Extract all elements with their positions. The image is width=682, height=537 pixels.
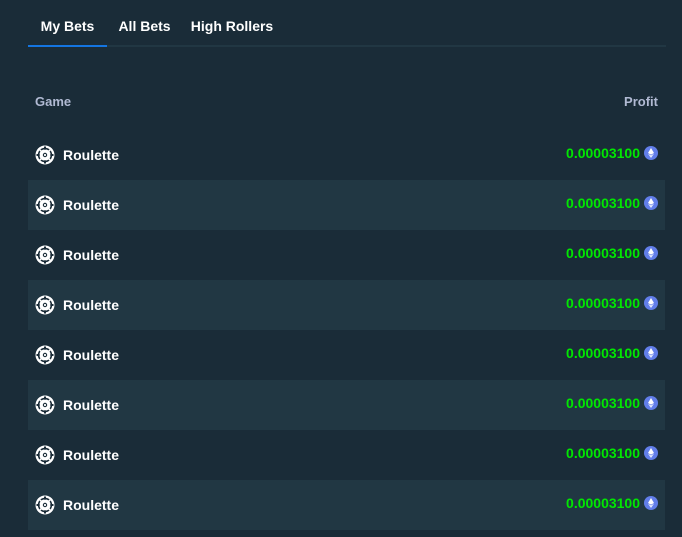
game-cell[interactable]: Roulette [35, 444, 119, 466]
column-header-profit: Profit [624, 94, 658, 109]
roulette-icon [35, 445, 55, 465]
ethereum-icon [644, 146, 658, 160]
game-name: Roulette [63, 297, 119, 313]
game-name: Roulette [63, 497, 119, 513]
game-cell[interactable]: Roulette [35, 144, 119, 166]
game-cell[interactable]: Roulette [35, 244, 119, 266]
bets-table-header: Game Profit [28, 80, 665, 124]
ethereum-icon [644, 396, 658, 410]
profit-value: 0.00003100 [566, 395, 640, 411]
profit-value: 0.00003100 [566, 145, 640, 161]
profit-value: 0.00003100 [566, 445, 640, 461]
bets-tabs: My Bets All Bets High Rollers [28, 0, 666, 47]
column-header-game: Game [35, 94, 72, 109]
roulette-icon [35, 245, 55, 265]
profit-cell: 0.00003100 [566, 294, 658, 312]
roulette-icon [35, 195, 55, 215]
table-row[interactable]: Roulette 0.00003100 [28, 330, 665, 380]
game-name: Roulette [63, 147, 119, 163]
roulette-icon [35, 295, 55, 315]
profit-cell: 0.00003100 [566, 444, 658, 462]
tab-all-bets[interactable]: All Bets [107, 0, 182, 47]
profit-value: 0.00003100 [566, 495, 640, 511]
ethereum-icon [644, 496, 658, 510]
bets-table-body: Roulette 0.00003100 Roulette 0.00003100 Roul… [28, 130, 665, 530]
profit-value: 0.00003100 [566, 345, 640, 361]
ethereum-icon [644, 196, 658, 210]
profit-value: 0.00003100 [566, 295, 640, 311]
roulette-icon [35, 345, 55, 365]
roulette-icon [35, 145, 55, 165]
table-row[interactable]: Roulette 0.00003100 [28, 130, 665, 180]
profit-cell: 0.00003100 [566, 494, 658, 512]
profit-cell: 0.00003100 [566, 344, 658, 362]
ethereum-icon [644, 346, 658, 360]
game-name: Roulette [63, 347, 119, 363]
game-name: Roulette [63, 247, 119, 263]
profit-value: 0.00003100 [566, 245, 640, 261]
table-row[interactable]: Roulette 0.00003100 [28, 480, 665, 530]
roulette-icon [35, 495, 55, 515]
table-row[interactable]: Roulette 0.00003100 [28, 180, 665, 230]
table-row[interactable]: Roulette 0.00003100 [28, 380, 665, 430]
game-cell[interactable]: Roulette [35, 294, 119, 316]
tab-my-bets[interactable]: My Bets [28, 0, 107, 47]
game-name: Roulette [63, 397, 119, 413]
ethereum-icon [644, 446, 658, 460]
table-row[interactable]: Roulette 0.00003100 [28, 430, 665, 480]
table-row[interactable]: Roulette 0.00003100 [28, 280, 665, 330]
game-cell[interactable]: Roulette [35, 344, 119, 366]
game-cell[interactable]: Roulette [35, 194, 119, 216]
profit-value: 0.00003100 [566, 195, 640, 211]
game-cell[interactable]: Roulette [35, 394, 119, 416]
roulette-icon [35, 395, 55, 415]
profit-cell: 0.00003100 [566, 194, 658, 212]
game-name: Roulette [63, 197, 119, 213]
bets-panel: My Bets All Bets High Rollers Game Profi… [0, 0, 682, 537]
profit-cell: 0.00003100 [566, 394, 658, 412]
game-cell[interactable]: Roulette [35, 494, 119, 516]
profit-cell: 0.00003100 [566, 244, 658, 262]
table-row[interactable]: Roulette 0.00003100 [28, 230, 665, 280]
profit-cell: 0.00003100 [566, 144, 658, 162]
ethereum-icon [644, 296, 658, 310]
tab-high-rollers[interactable]: High Rollers [182, 0, 282, 47]
game-name: Roulette [63, 447, 119, 463]
ethereum-icon [644, 246, 658, 260]
